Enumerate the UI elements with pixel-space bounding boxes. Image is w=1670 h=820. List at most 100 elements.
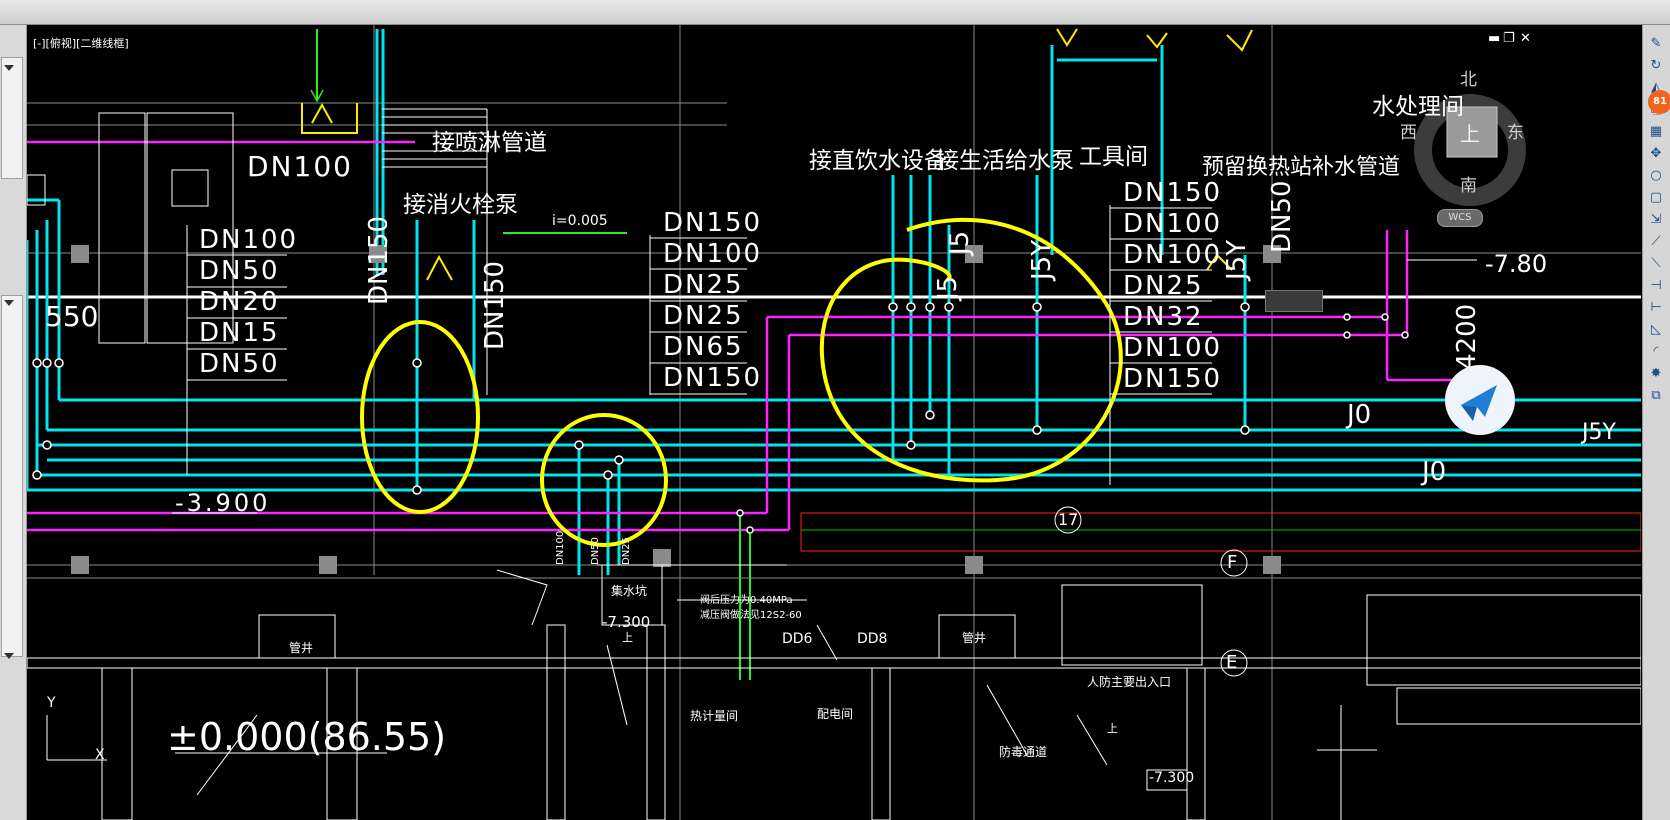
array-icon[interactable]: ⧉ <box>1647 387 1665 405</box>
label-slope: i=0.005 <box>552 213 608 229</box>
collapse-arrow-icon-3[interactable] <box>4 653 14 659</box>
label-dd8: DD8 <box>857 631 888 647</box>
right-toolbar: ✎ ↻ ◭ ⎘ ▦ ✥ ○ ▢ ⇲ ⟋ ⟍ ⊣ ⊢ ◺ ◜ ✸ ⧉ <box>1642 25 1670 820</box>
title-bar <box>0 0 1670 25</box>
ucs-y-label: Y <box>47 695 56 711</box>
dn-item: DN25 <box>663 301 744 331</box>
dn-item: DN150 <box>663 363 763 393</box>
collapse-arrow-icon-2[interactable] <box>4 300 14 306</box>
axis-17: 17 <box>1058 510 1079 529</box>
viewcube-west[interactable]: 西 <box>1400 118 1417 143</box>
label-up-2: 上 <box>1107 722 1118 735</box>
pencil-icon[interactable]: ✎ <box>1647 35 1665 53</box>
label-distribution-room: 配电间 <box>817 707 854 721</box>
small-dn50: DN50 <box>590 537 601 565</box>
join-icon[interactable]: ⊢ <box>1647 299 1665 317</box>
notification-badge[interactable]: 81 <box>1648 90 1670 114</box>
dn-item: DN15 <box>199 318 280 348</box>
ucs-x-label: X <box>95 747 105 763</box>
dn-item: DN100 <box>1123 333 1223 363</box>
trim-icon[interactable]: ⟋ <box>1647 233 1665 251</box>
bird-logo-icon[interactable] <box>1445 365 1515 435</box>
label-dd6: DD6 <box>782 631 813 647</box>
dn-item: DN100 <box>1123 209 1223 239</box>
label-j0-a: J0 <box>1347 400 1372 430</box>
dn-item: DN150 <box>1123 364 1223 394</box>
rotate-icon[interactable]: ↻ <box>1647 57 1665 75</box>
label-shaft-1: 管井 <box>289 641 314 655</box>
dn-item: DN100 <box>1123 240 1223 270</box>
dn-item: DN50 <box>199 349 280 379</box>
label-domestic: 接生活给水泵 <box>936 148 1074 174</box>
dn-item: DN25 <box>663 270 744 300</box>
left-palette-tab-2[interactable] <box>1 295 23 657</box>
vert-j5y-2: J5Y <box>1222 239 1252 280</box>
break-icon[interactable]: ⊣ <box>1647 277 1665 295</box>
label-valve-pressure: 阀后压力为0.40MPa <box>700 595 793 606</box>
elev-minus-7300-b: -7.300 <box>1149 770 1195 786</box>
viewcube-east[interactable]: 东 <box>1507 118 1524 143</box>
label-heat-station: 预留换热站补水管道 <box>1202 155 1401 180</box>
vert-4200: 4200 <box>1452 303 1482 370</box>
label-drinking: 接直饮水设备 <box>809 148 947 174</box>
square-icon[interactable]: ▢ <box>1647 189 1665 207</box>
drawing-canvas[interactable]: [-][俯视][二维线框] ▬ ❐ ✕ 北 南 东 西 上 WCS 接喷淋管道 … <box>27 25 1641 820</box>
label-j0-b: J0 <box>1422 457 1447 487</box>
dn-item: DN150 <box>663 208 763 238</box>
move-icon[interactable]: ✥ <box>1647 145 1665 163</box>
vert-j5y: J5Y <box>1027 239 1057 280</box>
elev-minus-780: -7.80 <box>1485 250 1548 278</box>
dn-list-left: DN100 DN50 DN20 DN15 DN50 <box>199 225 298 380</box>
dn-item: DN65 <box>663 332 744 362</box>
label-hydrant: 接消火栓泵 <box>403 192 518 218</box>
elev-minus-3900: -3.900 <box>175 489 271 517</box>
label-heat-meter-room: 热计量间 <box>690 709 739 723</box>
dn-list-right: DN150 DN100 DN100 DN25 DN32 DN100 DN150 <box>1123 178 1222 395</box>
label-valve-detail: 减压阀做法见12S2-60 <box>700 610 802 621</box>
vert-j5-a: J5 <box>945 230 975 255</box>
chamfer-icon[interactable]: ◺ <box>1647 321 1665 339</box>
stretch-icon[interactable]: ⇲ <box>1647 211 1665 229</box>
left-palette-tab[interactable] <box>1 57 23 179</box>
label-j5y-right: J5Y <box>1582 420 1616 445</box>
axis-f: F <box>1227 552 1238 573</box>
vert-dn50: DN50 <box>1267 180 1297 253</box>
small-dn100: DN100 <box>555 530 566 565</box>
collapse-arrow-icon[interactable] <box>4 65 14 71</box>
dn-item: DN150 <box>1123 178 1223 208</box>
label-spray: 接喷淋管道 <box>432 130 547 156</box>
viewcube-south[interactable]: 南 <box>1460 171 1477 196</box>
viewcube-top[interactable]: 上 <box>1460 118 1480 147</box>
label-water-room: 水处理间 <box>1372 94 1464 120</box>
elev-zero: ±0.000(86.55) <box>167 715 447 759</box>
explode-icon[interactable]: ✸ <box>1647 365 1665 383</box>
view-label[interactable]: [-][俯视][二维线框] <box>33 35 129 51</box>
dn-list-mid: DN150 DN100 DN25 DN25 DN65 DN150 <box>663 208 762 394</box>
minimize-icon[interactable]: ▬ <box>1488 31 1500 46</box>
grid-icon[interactable]: ▦ <box>1647 123 1665 141</box>
vert-j5: J5 <box>933 275 963 300</box>
dn-item: DN50 <box>199 256 280 286</box>
label-civil-entry: 人防主要出入口 <box>1087 675 1172 689</box>
dn-item: DN100 <box>199 225 299 255</box>
label-sump: 集水坑 <box>611 584 648 598</box>
keyboard-icon[interactable] <box>1265 290 1323 312</box>
label-tool-room: 工具间 <box>1079 144 1148 170</box>
dn-item: DN25 <box>1123 271 1204 301</box>
extend-icon[interactable]: ⟍ <box>1647 255 1665 273</box>
wcs-button[interactable]: WCS <box>1437 209 1483 227</box>
vert-dn150-a: DN150 <box>364 215 394 305</box>
dn-item: DN20 <box>199 287 280 317</box>
dn-item: DN100 <box>663 239 763 269</box>
axis-e: E <box>1226 652 1238 673</box>
left-panel <box>0 25 27 820</box>
label-shaft-2: 管井 <box>962 631 987 645</box>
circle-icon[interactable]: ○ <box>1647 167 1665 185</box>
label-up-1: 上 <box>622 631 633 644</box>
small-dn25: DN25 <box>621 537 632 565</box>
vert-dn150-b: DN150 <box>480 260 510 350</box>
restore-icon[interactable]: ❐ <box>1503 31 1515 46</box>
fillet-icon[interactable]: ◜ <box>1647 343 1665 361</box>
close-icon[interactable]: ✕ <box>1520 31 1531 46</box>
label-dn100-top: DN100 <box>247 150 353 183</box>
